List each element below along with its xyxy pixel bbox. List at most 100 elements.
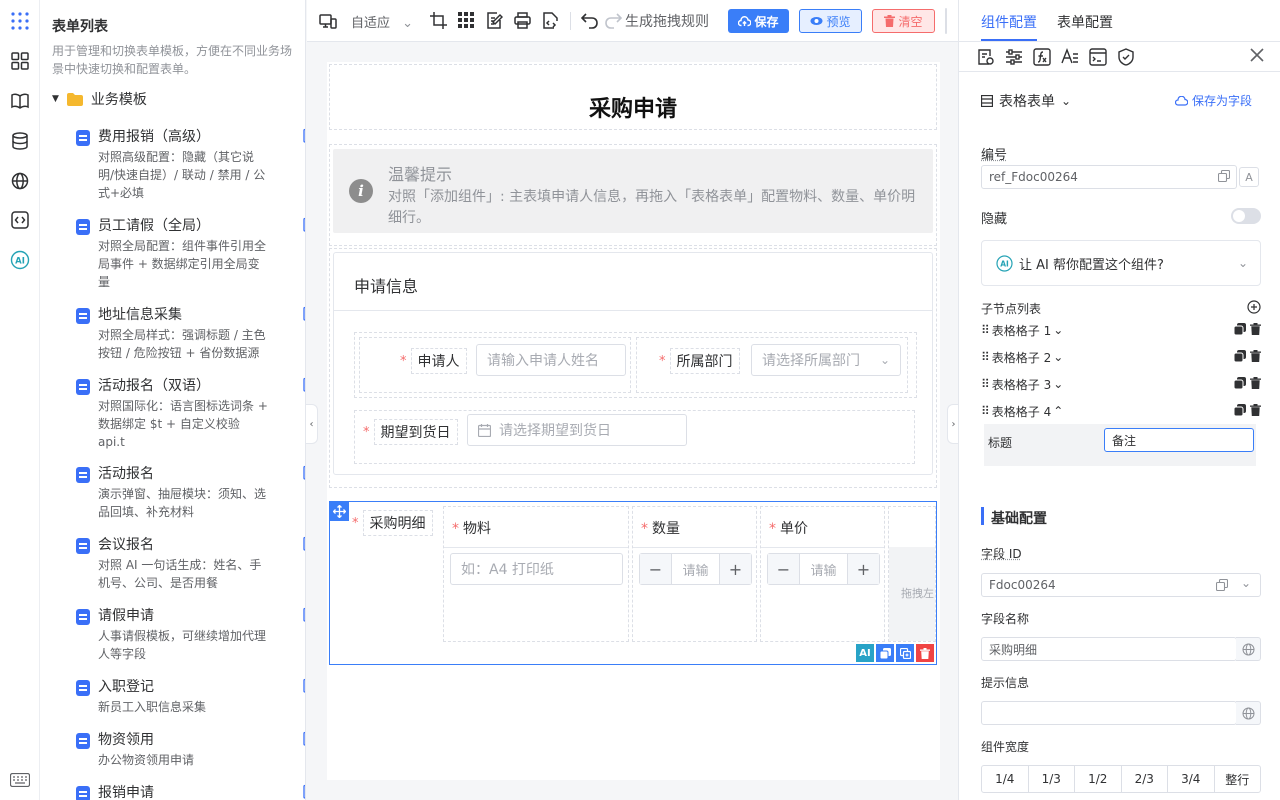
column-material[interactable]: * 物料 如：A4 打印纸 <box>443 506 629 642</box>
chevron-down-icon[interactable]: ⌄ <box>1053 323 1063 337</box>
copy-icon[interactable] <box>1218 170 1230 182</box>
copy-icon[interactable] <box>1234 350 1246 362</box>
edit-icon[interactable] <box>303 607 305 622</box>
chevron-up-icon[interactable]: ⌃ <box>1053 404 1063 418</box>
chevron-down-icon[interactable]: ⌄ <box>1053 350 1063 364</box>
plus-icon[interactable]: + <box>719 554 751 584</box>
chevron-down-icon[interactable]: ⌄ <box>1053 377 1063 391</box>
tip-block[interactable]: i 温馨提示 对照「添加组件」: 主表填申请人信息，再拖入「表格表单」配置物料、… <box>329 144 937 246</box>
copy-icon[interactable] <box>1234 377 1246 389</box>
child-node-row[interactable]: ⠿ 表格格子 2 ⌄ <box>981 347 1261 367</box>
applicant-field[interactable]: * 申请人 请输入申请人姓名 <box>359 337 631 393</box>
field-name-input[interactable]: 采购明细 <box>981 637 1237 661</box>
detail-table-component[interactable]: * 采购明细 * 物料 如：A4 打印纸 * 数量 − 请输 + * 单价 − 请输 … <box>329 501 937 665</box>
width-option[interactable]: 整行 <box>1215 766 1261 792</box>
drag-dots-icon[interactable]: ⠿ <box>981 377 990 391</box>
edit-icon[interactable] <box>303 377 305 392</box>
edit-icon[interactable] <box>303 306 305 321</box>
child-node-row[interactable]: ⠿ 表格格子 3 ⌄ <box>981 374 1261 394</box>
minus-icon[interactable]: − <box>768 554 800 584</box>
apps-grid-icon[interactable] <box>9 10 31 32</box>
print-icon[interactable] <box>514 12 532 30</box>
applicant-input[interactable]: 请输入申请人姓名 <box>476 344 626 376</box>
material-input[interactable]: 如：A4 打印纸 <box>450 553 623 585</box>
price-stepper[interactable]: − 请输 + <box>767 553 880 585</box>
formula-icon[interactable] <box>1033 48 1051 66</box>
delete-icon[interactable] <box>916 644 934 662</box>
clear-button[interactable]: 清空 <box>872 9 935 33</box>
drag-dots-icon[interactable]: ⠿ <box>981 350 990 364</box>
hidden-toggle[interactable] <box>1231 208 1261 224</box>
tab-component-config[interactable]: 组件配置 <box>981 12 1037 32</box>
width-option[interactable]: 3/4 <box>1168 766 1215 792</box>
save-as-field-button[interactable]: 保存为字段 <box>1174 92 1252 109</box>
dept-field[interactable]: * 所属部门 请选择所属部门 ⌄ <box>636 337 908 393</box>
drag-dots-icon[interactable]: ⠿ <box>981 404 990 418</box>
date-picker[interactable]: 请选择期望到货日 <box>467 414 687 446</box>
dept-select[interactable]: 请选择所属部门 ⌄ <box>751 344 901 376</box>
minus-icon[interactable]: − <box>640 554 672 584</box>
edit-icon[interactable] <box>303 465 305 480</box>
hint-input[interactable] <box>981 701 1237 725</box>
crop-icon[interactable] <box>430 12 448 30</box>
qty-stepper[interactable]: − 请输 + <box>639 553 752 585</box>
component-type-select[interactable]: 表格表单 ⌄ <box>981 91 1071 111</box>
width-option[interactable]: 1/3 <box>1029 766 1075 792</box>
add-child-icon[interactable] <box>896 644 914 662</box>
device-icon[interactable] <box>319 12 337 30</box>
copy-icon[interactable] <box>1216 579 1228 591</box>
edit-icon[interactable] <box>303 536 305 551</box>
plus-icon[interactable]: + <box>847 554 879 584</box>
column-price[interactable]: * 单价 − 请输 + <box>760 506 885 642</box>
database-icon[interactable] <box>9 130 31 152</box>
edit-icon[interactable] <box>303 731 305 746</box>
collapse-left-button[interactable]: ‹ <box>306 404 318 444</box>
add-child-icon[interactable] <box>1247 300 1261 314</box>
template-group-business[interactable]: ▼ 业务模板 <box>52 89 147 109</box>
book-icon[interactable] <box>9 90 31 112</box>
code-icon[interactable] <box>9 209 31 231</box>
delete-icon[interactable] <box>1250 350 1261 362</box>
undo-icon[interactable] <box>581 12 599 30</box>
child-node-row[interactable]: ⠿ 表格格子 1 ⌄ <box>981 320 1261 340</box>
form-title-block[interactable]: 采购申请 <box>329 64 937 130</box>
text-format-icon[interactable]: A <box>1239 167 1259 187</box>
form-row-2[interactable]: * 期望到货日 请选择期望到货日 <box>354 410 915 464</box>
props-icon[interactable] <box>977 48 995 66</box>
shield-icon[interactable] <box>1117 48 1135 66</box>
ref-input[interactable]: ref_Fdoc00264 <box>981 165 1237 189</box>
save-button[interactable]: 保存 <box>728 9 789 33</box>
code-file-icon[interactable] <box>542 12 560 30</box>
globe-icon[interactable] <box>1236 637 1261 661</box>
copy-icon[interactable] <box>1234 404 1246 416</box>
gen-drag-rule-button[interactable]: 生成拖拽规则 <box>625 11 709 31</box>
event-icon[interactable] <box>1089 48 1107 66</box>
column-qty[interactable]: * 数量 − 请输 + <box>632 506 757 642</box>
copy-icon[interactable] <box>876 644 894 662</box>
applicant-section[interactable]: 申请信息 * 申请人 请输入申请人姓名 * 所属部门 请选择所属部门 ⌄ * 期… <box>329 248 937 488</box>
width-option[interactable]: 2/3 <box>1122 766 1168 792</box>
ai-icon[interactable]: AI <box>9 249 31 271</box>
delete-icon[interactable] <box>1250 404 1261 416</box>
ai-config-collapse[interactable]: AI 让 AI 帮你配置这个组件? ⌄ <box>981 240 1261 286</box>
preview-button[interactable]: 预览 <box>799 9 862 33</box>
edit-icon[interactable] <box>303 217 305 232</box>
edit-icon[interactable] <box>303 784 305 799</box>
drag-dots-icon[interactable]: ⠿ <box>981 323 990 337</box>
globe-icon[interactable] <box>1236 701 1261 725</box>
drop-zone[interactable]: 拖拽左 <box>889 547 935 641</box>
delete-icon[interactable] <box>1250 377 1261 389</box>
fit-mode-select[interactable]: 自适应 ⌄ <box>351 12 413 31</box>
globe-icon[interactable] <box>9 170 31 192</box>
field-id-select[interactable]: Fdoc00264 ⌄ <box>981 573 1261 597</box>
edit-icon[interactable] <box>303 128 305 143</box>
redo-icon[interactable] <box>605 12 623 30</box>
grid-icon[interactable] <box>458 12 476 30</box>
width-option[interactable]: 1/4 <box>982 766 1029 792</box>
components-icon[interactable] <box>9 50 31 72</box>
sliders-icon[interactable] <box>1005 48 1023 66</box>
edit-icon[interactable] <box>303 678 305 693</box>
column-extra[interactable]: 拖拽左 <box>888 506 936 642</box>
keyboard-icon[interactable] <box>9 769 31 791</box>
tab-form-config[interactable]: 表单配置 <box>1057 12 1113 32</box>
